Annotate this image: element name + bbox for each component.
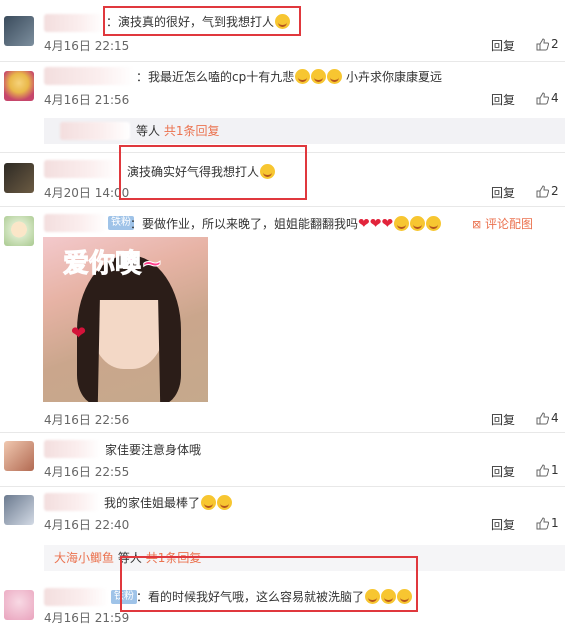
crying-emoji-icon: [295, 69, 311, 84]
comment-text: 我的家佳姐最棒了: [104, 495, 233, 511]
timestamp: 4月16日 22:40: [44, 518, 130, 532]
timestamp: 4月16日 22:55: [44, 465, 130, 479]
thumbs-up-icon: [536, 92, 550, 105]
crying-emoji-icon: [327, 69, 343, 84]
avatar[interactable]: [4, 495, 34, 525]
timestamp: 4月20日 14:00: [44, 186, 130, 200]
divider: [0, 432, 565, 433]
photo-heart-icon: ❤: [71, 323, 87, 344]
image-icon: ⊠: [472, 218, 482, 231]
avatar[interactable]: [4, 441, 34, 471]
reply-button[interactable]: 回复: [491, 184, 515, 201]
replier-link[interactable]: 大海小鲫鱼: [54, 551, 114, 565]
reply-button[interactable]: 回复: [491, 463, 515, 480]
like-button[interactable]: 1: [536, 463, 559, 477]
comment-image-link[interactable]: ⊠ 评论配图: [472, 216, 533, 233]
avatar[interactable]: [4, 216, 34, 246]
laughing-emoji-icon: [426, 216, 442, 231]
laughing-emoji-icon: [410, 216, 426, 231]
like-button[interactable]: 4: [536, 411, 559, 425]
divider: [0, 486, 565, 487]
replier-name[interactable]: [60, 122, 130, 140]
heart-icon: ❤: [369, 216, 382, 232]
avatar[interactable]: [4, 590, 34, 620]
photo-caption: 爱你噢~: [63, 249, 164, 280]
divider: [0, 206, 565, 207]
avatar[interactable]: [4, 163, 34, 193]
thumbs-up-icon: [536, 517, 550, 530]
like-button[interactable]: 4: [536, 91, 559, 105]
thumbs-up-icon: [536, 412, 550, 425]
username[interactable]: [44, 14, 104, 32]
laughing-emoji-icon: [394, 216, 410, 231]
reply-button[interactable]: 回复: [491, 91, 515, 108]
view-replies-link[interactable]: 共1条回复: [164, 124, 220, 138]
highlight-box: [103, 6, 301, 36]
like-button[interactable]: 2: [536, 37, 559, 51]
heart-icon: ❤: [381, 216, 394, 232]
like-button[interactable]: 2: [536, 184, 559, 198]
thumbs-up-icon: [536, 185, 550, 198]
reply-button[interactable]: 回复: [491, 516, 515, 533]
like-button[interactable]: 1: [536, 516, 559, 530]
comment-text: 家佳要注意身体哦: [105, 443, 202, 457]
reply-summary-text: 等人 共1条回复: [136, 124, 220, 138]
comment-text: ：要做作业，所以来晚了，姐姐能翻翻我吗❤❤❤: [130, 216, 442, 232]
thumbs-up-icon: [536, 464, 550, 477]
avatar[interactable]: [4, 16, 34, 46]
timestamp: 4月16日 21:56: [44, 93, 130, 107]
comment-text: ：我最近怎么嗑的cp十有九悲 小卉求你康康夏远: [136, 69, 443, 84]
laughing-emoji-icon: [217, 495, 233, 510]
heart-icon: ❤: [358, 216, 370, 232]
highlight-box: [120, 556, 418, 612]
timestamp: 4月16日 21:59: [44, 611, 130, 625]
username[interactable]: [44, 440, 100, 458]
comment-photo[interactable]: ❤ 爱你噢~: [43, 237, 208, 402]
username[interactable]: [44, 67, 134, 85]
reply-summary-bar[interactable]: 等人 共1条回复: [44, 118, 565, 144]
thumbs-up-icon: [536, 38, 550, 51]
username[interactable]: [44, 588, 108, 606]
laughing-emoji-icon: [201, 495, 217, 510]
avatar[interactable]: [4, 71, 34, 101]
timestamp: 4月16日 22:15: [44, 39, 130, 53]
crying-emoji-icon: [311, 69, 327, 84]
timestamp: 4月16日 22:56: [44, 413, 130, 427]
highlight-box: [119, 145, 307, 200]
reply-button[interactable]: 回复: [491, 411, 515, 428]
reply-button[interactable]: 回复: [491, 37, 515, 54]
username[interactable]: [44, 493, 100, 511]
divider: [0, 61, 565, 62]
username[interactable]: [44, 160, 119, 178]
username[interactable]: [44, 214, 106, 232]
